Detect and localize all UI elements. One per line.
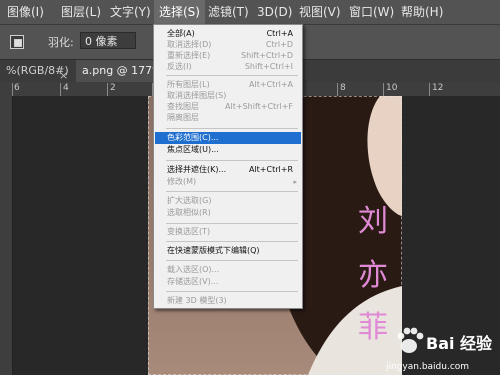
menu-separator	[166, 223, 298, 224]
photo-char: 刘	[358, 204, 388, 239]
ruler-tick	[337, 83, 338, 96]
ruler-tick	[107, 83, 108, 96]
menu-item-load-selection[interactable]: 载入选区(O)...	[155, 264, 301, 276]
ruler-label: 10	[386, 83, 398, 93]
menu-window[interactable]: 窗口(W)	[344, 0, 399, 24]
menu-select[interactable]: 选择(S)	[154, 0, 205, 24]
ruler-label: 8	[340, 83, 346, 93]
menu-separator	[166, 241, 298, 242]
menu-item-label: 色彩范围(C)...	[167, 133, 219, 142]
menu-item-color-range[interactable]: 色彩范围(C)...	[155, 132, 301, 144]
menu-item-save-selection[interactable]: 存储选区(V)...	[155, 276, 301, 288]
ruler-label: 4	[63, 83, 69, 93]
menu-item-label: 变换选区(T)	[167, 227, 211, 236]
feather-label: 羽化:	[48, 36, 74, 49]
menu-item-label: 载入选区(O)...	[167, 265, 220, 274]
submenu-arrow-icon: ▸	[293, 178, 297, 186]
menu-item-label: 反选(I)	[167, 62, 192, 71]
menu-separator	[166, 128, 298, 129]
watermark-url: jingyan.baidu.com	[386, 362, 470, 372]
menu-separator	[166, 191, 298, 192]
menu-item-label: 在快速蒙版模式下编辑(Q)	[167, 246, 260, 255]
menu-item-label: 存储选区(V)...	[167, 277, 219, 286]
menu-item-modify[interactable]: 修改(M) ▸	[155, 176, 301, 188]
menu-layer[interactable]: 图层(L)	[56, 0, 106, 24]
watermark: Bai 经验 jingyan.baidu.com	[384, 318, 494, 374]
menu-type[interactable]: 文字(Y)	[105, 0, 156, 24]
menu-item-label: 扩大选取(G)	[167, 196, 212, 205]
menu-bar: 图像(I) 图层(L) 文字(Y) 选择(S) 滤镜(T) 3D(D) 视图(V…	[0, 0, 500, 25]
select-menu-dropdown: 全部(A) Ctrl+A 取消选择(D) Ctrl+D 重新选择(E) Shift+C…	[153, 24, 303, 309]
menu-separator	[166, 75, 298, 76]
menu-item-shortcut: Alt+Ctrl+R	[248, 165, 293, 174]
ruler-label: 6	[14, 83, 20, 93]
menu-item-similar[interactable]: 选取相似(R)	[155, 207, 301, 219]
menu-separator	[166, 160, 298, 161]
menu-item-label: 选择并遮住(K)...	[167, 165, 227, 174]
ruler-tick	[60, 83, 61, 96]
menu-item-label: 隔离图层	[167, 113, 199, 122]
menu-view[interactable]: 视图(V)	[294, 0, 346, 24]
menu-filter[interactable]: 滤镜(T)	[203, 0, 254, 24]
photo-char: 亦	[358, 258, 388, 293]
menu-item-select-and-mask[interactable]: 选择并遮住(K)... Alt+Ctrl+R	[155, 164, 301, 176]
menu-item-label: 修改(M)	[167, 177, 197, 186]
menu-separator	[166, 260, 298, 261]
ruler-tick	[429, 83, 430, 96]
menu-help[interactable]: 帮助(H)	[396, 0, 448, 24]
menu-item-shortcut: Shift+Ctrl+I	[244, 62, 293, 71]
menu-item-focus-area[interactable]: 焦点区域(U)...	[155, 144, 301, 156]
ruler-label: 12	[432, 83, 444, 93]
watermark-brand: Bai 经验	[426, 334, 493, 353]
menu-item-transform-selection[interactable]: 变换选区(T)	[155, 226, 301, 238]
menu-item-inverse[interactable]: 反选(I) Shift+Ctrl+I	[155, 61, 301, 73]
menu-item-grow[interactable]: 扩大选取(G)	[155, 195, 301, 207]
menu-item-quick-mask[interactable]: 在快速蒙版模式下编辑(Q)	[155, 245, 301, 257]
selection-mode-icon	[14, 39, 22, 47]
menu-image[interactable]: 图像(I)	[2, 0, 49, 24]
menu-item-label: 新建 3D 模型(3)	[167, 296, 227, 305]
menu-separator	[166, 291, 298, 292]
menu-item-label: 选取相似(R)	[167, 208, 211, 217]
feather-input[interactable]: 0 像素	[80, 32, 136, 49]
ruler-tick	[383, 83, 384, 96]
menu-3d[interactable]: 3D(D)	[252, 0, 297, 24]
vertical-ruler	[0, 96, 13, 375]
ruler-tick	[12, 83, 13, 96]
paw-logo-icon	[397, 327, 424, 353]
menu-item-new-3d-model[interactable]: 新建 3D 模型(3)	[155, 295, 301, 307]
menu-item-isolate-layers[interactable]: 隔离图层	[155, 112, 301, 124]
tab-previous-doc[interactable]: %(RGB/8#) ×	[0, 60, 82, 82]
ruler-label: 2	[110, 83, 116, 93]
menu-item-label: 焦点区域(U)...	[167, 145, 219, 154]
